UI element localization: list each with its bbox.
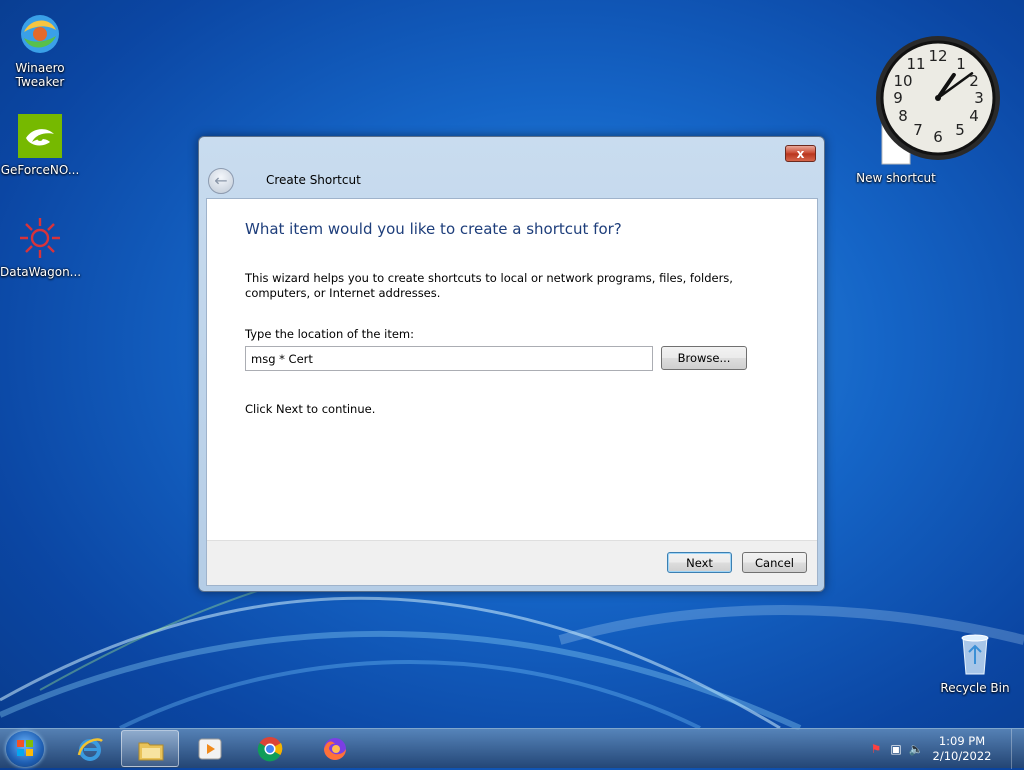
clock-face-icon: 12 12 345 678 91011 (876, 36, 1000, 160)
taskbar-firefox[interactable] (306, 730, 364, 767)
desktop-icon-label: New shortcut (856, 171, 936, 185)
svg-text:10: 10 (893, 72, 912, 90)
wizard-footer: Next Cancel (207, 540, 817, 585)
wizard-content: What item would you like to create a sho… (206, 198, 818, 586)
chrome-icon (257, 737, 283, 762)
location-input[interactable] (245, 346, 653, 371)
desktop-icon-recycle-bin[interactable]: Recycle Bin (935, 630, 1015, 695)
desktop-icon-geforce-now[interactable]: GeForceNO... (0, 112, 80, 177)
show-desktop-button[interactable] (1011, 729, 1024, 769)
back-arrow-icon: ← (214, 171, 228, 190)
svg-text:1: 1 (956, 55, 966, 73)
dialog-title: Create Shortcut (266, 173, 361, 187)
internet-explorer-icon (77, 738, 103, 761)
create-shortcut-dialog: x ← Create Shortcut What item would you … (198, 136, 825, 592)
action-center-flag-icon[interactable]: ⚑ (868, 741, 884, 757)
taskbar-file-explorer[interactable] (121, 730, 179, 767)
desktop-icon-label: Recycle Bin (940, 681, 1010, 695)
taskbar-internet-explorer[interactable] (61, 730, 119, 767)
wizard-heading: What item would you like to create a sho… (245, 220, 622, 238)
windows-logo-icon (17, 740, 33, 756)
location-label: Type the location of the item: (245, 327, 415, 341)
desktop-icon-label: Winaero Tweaker (15, 61, 65, 89)
browse-button[interactable]: Browse... (661, 346, 747, 370)
svg-text:5: 5 (955, 121, 965, 139)
recycle-bin-icon (951, 630, 999, 678)
cancel-button[interactable]: Cancel (742, 552, 807, 573)
desktop-icon-label: DataWagon... (0, 265, 82, 279)
svg-text:11: 11 (906, 55, 925, 73)
desktop-icon-winaero-tweaker[interactable]: Winaero Tweaker (0, 10, 80, 89)
svg-text:6: 6 (933, 128, 943, 146)
media-player-icon (198, 738, 222, 760)
taskbar-clock[interactable]: 1:09 PM 2/10/2022 (926, 734, 998, 764)
clock-gadget[interactable]: 12 1 2 345 678 9 10 11 (874, 34, 1002, 162)
winaero-tweaker-icon (16, 10, 64, 58)
firefox-icon (324, 738, 346, 760)
folder-icon (138, 742, 164, 761)
back-button[interactable]: ← (208, 168, 234, 194)
next-button[interactable]: Next (667, 552, 732, 573)
taskbar-time: 1:09 PM (938, 734, 986, 748)
desktop-icon-datawagon[interactable]: DataWagon... (0, 214, 82, 279)
desktop-icon-label: GeForceNO... (0, 163, 80, 177)
start-button[interactable] (6, 731, 44, 767)
svg-text:8: 8 (898, 107, 908, 125)
taskbar-media-player[interactable] (181, 730, 239, 767)
network-icon[interactable]: ▣ (888, 741, 904, 757)
taskbar: ⚑ ▣ 🔈 1:09 PM 2/10/2022 (0, 728, 1024, 769)
volume-icon[interactable]: 🔈 (908, 741, 924, 757)
datawagon-icon (16, 214, 64, 262)
svg-text:12: 12 (928, 47, 947, 65)
system-tray: ⚑ ▣ 🔈 1:09 PM 2/10/2022 (854, 729, 1024, 769)
wizard-description: This wizard helps you to create shortcut… (245, 271, 733, 300)
nvidia-icon (16, 112, 64, 160)
svg-text:7: 7 (913, 121, 923, 139)
continue-text: Click Next to continue. (245, 402, 376, 416)
close-button[interactable]: x (785, 145, 816, 162)
taskbar-date: 2/10/2022 (932, 749, 992, 763)
svg-text:9: 9 (893, 89, 903, 107)
svg-text:3: 3 (974, 89, 984, 107)
svg-text:4: 4 (969, 107, 979, 125)
taskbar-chrome[interactable] (241, 730, 299, 767)
